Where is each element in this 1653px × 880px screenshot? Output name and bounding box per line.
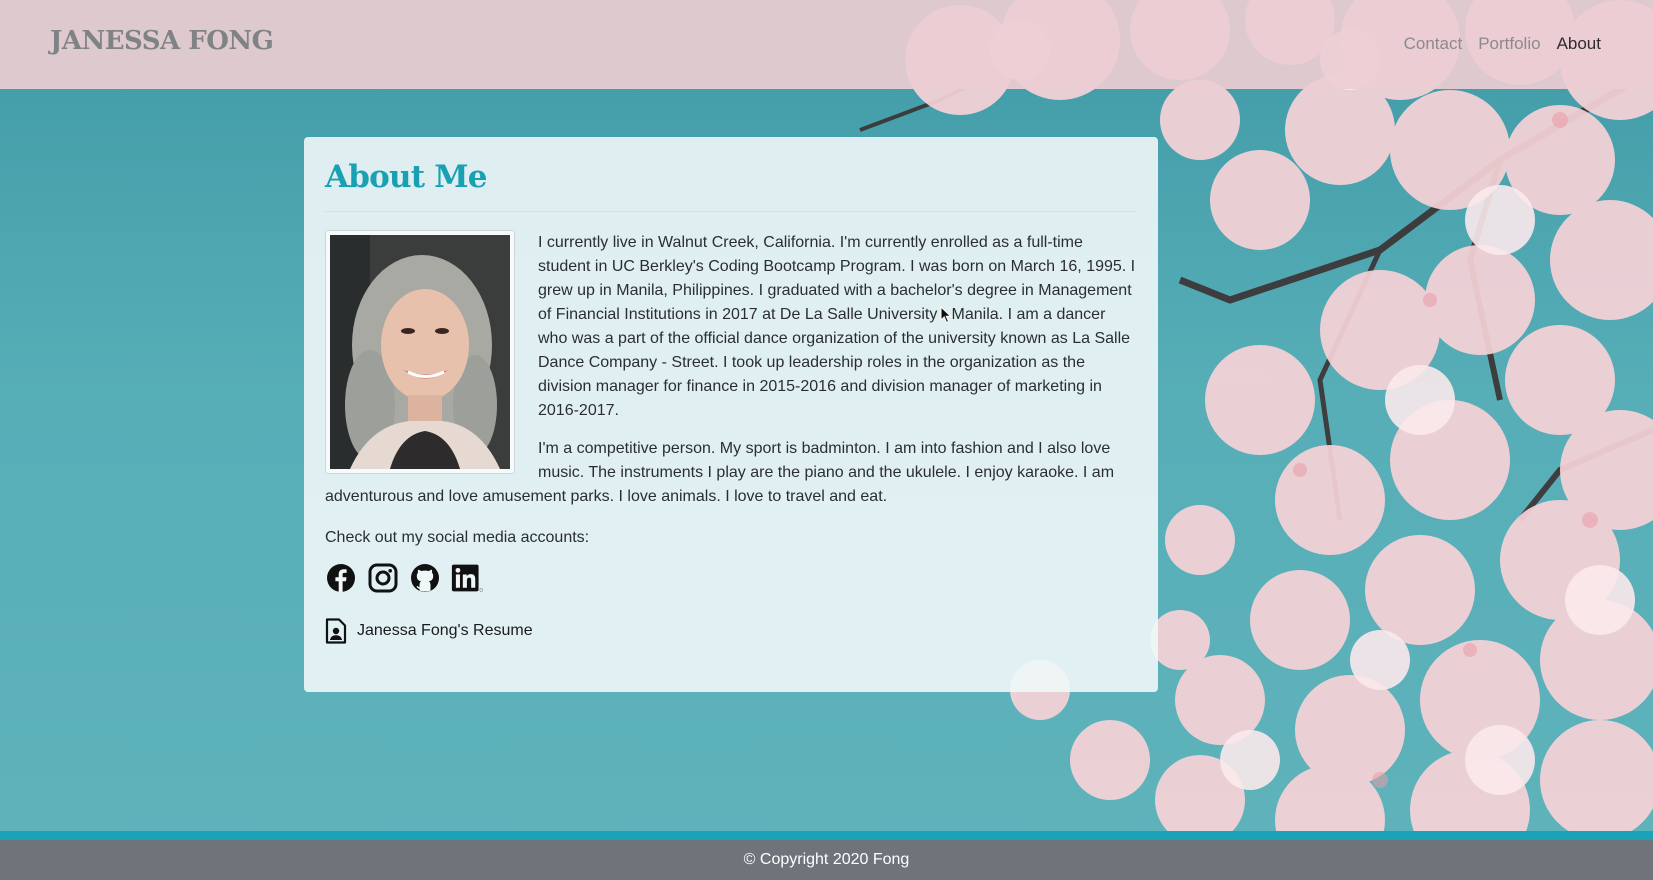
nav-link-portfolio[interactable]: Portfolio (1478, 34, 1540, 54)
facebook-icon[interactable] (325, 562, 357, 594)
instagram-icon[interactable] (367, 562, 399, 594)
resume-label: Janessa Fong's Resume (357, 622, 533, 639)
nav-link-about[interactable]: About (1557, 34, 1601, 54)
file-person-icon (325, 618, 347, 644)
profile-photo-frame (325, 230, 515, 474)
copyright-text: © Copyright 2020 Fong (743, 851, 910, 868)
about-paragraph-1: I currently live in Walnut Creek, Califo… (538, 234, 1136, 419)
profile-photo (330, 235, 510, 469)
social-heading: Check out my social media accounts: (325, 529, 590, 546)
navbar: JANESSA FONG Contact Portfolio About (0, 0, 1653, 89)
about-card: About Me I currently live in Walnut Cree… (304, 137, 1158, 692)
linkedin-icon[interactable] (451, 562, 483, 594)
brand-logo-link[interactable]: JANESSA FONG (50, 26, 274, 56)
title-divider (325, 211, 1137, 212)
social-links (325, 562, 483, 594)
nav-link-contact[interactable]: Contact (1404, 34, 1463, 54)
nav-links: Contact Portfolio About (1404, 34, 1601, 54)
github-icon[interactable] (409, 562, 441, 594)
resume-link[interactable]: Janessa Fong's Resume (325, 618, 533, 644)
footer-accent-stripe (0, 831, 1653, 840)
page-title: About Me (325, 159, 488, 195)
about-paragraph-2: I'm a competitive person. My sport is ba… (538, 440, 1115, 481)
about-paragraph-2-continued: adventurous and love amusement parks. I … (325, 488, 888, 505)
footer: © Copyright 2020 Fong (0, 840, 1653, 880)
mouse-cursor-icon (940, 306, 952, 324)
